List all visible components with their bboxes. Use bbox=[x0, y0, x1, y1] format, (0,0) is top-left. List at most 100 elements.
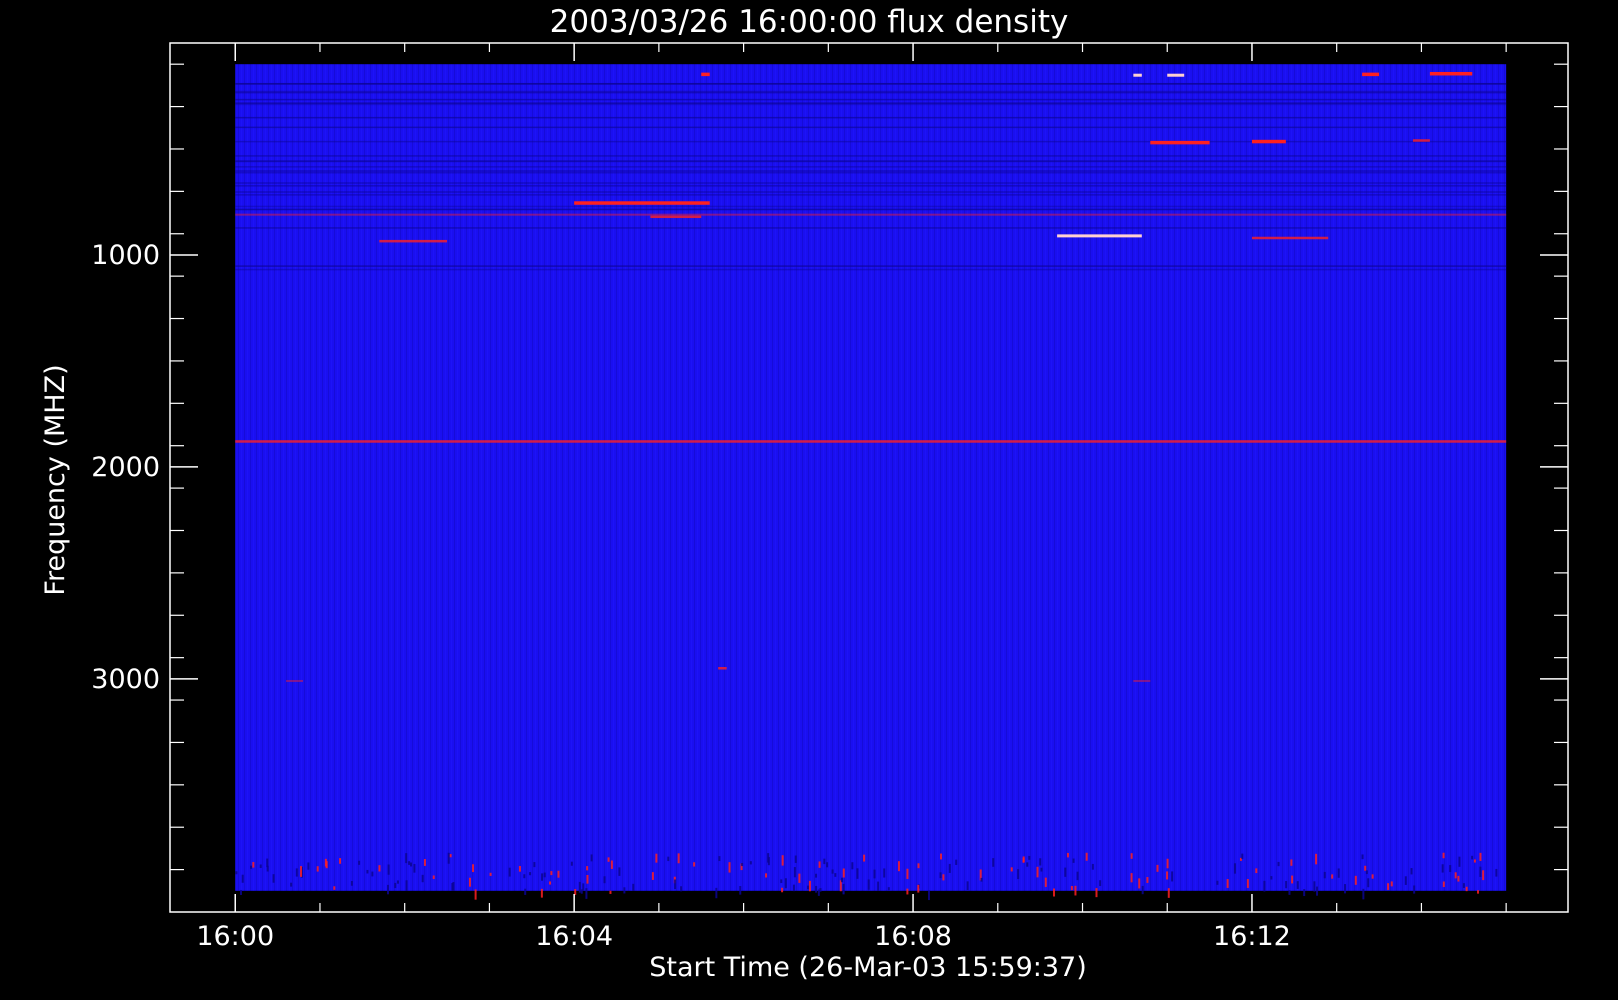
edge-noise bbox=[529, 872, 532, 876]
edge-noise bbox=[677, 853, 680, 864]
edge-noise bbox=[1410, 868, 1413, 875]
edge-noise bbox=[518, 866, 521, 872]
x-tick-label: 16:00 bbox=[196, 921, 274, 952]
rfi-stripe bbox=[235, 83, 1507, 85]
edge-noise bbox=[423, 859, 426, 866]
edge-noise bbox=[1291, 875, 1294, 884]
edge-noise bbox=[927, 890, 930, 901]
edge-noise bbox=[955, 859, 958, 865]
edge-noise bbox=[834, 873, 837, 877]
edge-noise bbox=[1479, 866, 1482, 877]
edge-noise bbox=[541, 873, 544, 881]
edge-noise bbox=[655, 853, 658, 863]
burst-feature bbox=[574, 201, 710, 205]
edge-noise bbox=[877, 881, 880, 891]
rfi-stripe bbox=[235, 116, 1507, 119]
edge-noise bbox=[1022, 858, 1025, 863]
edge-noise bbox=[1473, 859, 1476, 863]
edge-noise bbox=[1085, 852, 1088, 861]
edge-noise bbox=[1028, 855, 1031, 860]
edge-noise bbox=[610, 860, 613, 869]
edge-noise bbox=[523, 874, 526, 879]
edge-noise bbox=[826, 862, 829, 868]
rfi-stripe bbox=[235, 227, 1507, 229]
edge-noise bbox=[1365, 870, 1368, 875]
edge-noise bbox=[1404, 876, 1407, 885]
edge-noise bbox=[452, 882, 455, 891]
rfi-stripe bbox=[235, 171, 1507, 174]
edge-noise bbox=[1313, 881, 1316, 892]
edge-noise bbox=[1246, 879, 1249, 888]
chart-title: 2003/03/26 16:00:00 flux density bbox=[550, 4, 1069, 40]
burst-feature bbox=[1057, 234, 1142, 238]
edge-noise bbox=[316, 866, 319, 872]
edge-noise bbox=[794, 855, 797, 863]
edge-noise bbox=[823, 858, 826, 865]
edge-noise bbox=[851, 862, 854, 870]
edge-noise bbox=[1371, 874, 1374, 879]
edge-noise bbox=[807, 885, 810, 890]
edge-noise bbox=[1296, 881, 1299, 889]
edge-noise bbox=[749, 861, 752, 865]
edge-noise bbox=[942, 874, 945, 881]
edge-noise bbox=[1064, 867, 1067, 877]
burst-feature bbox=[701, 72, 710, 77]
edge-noise bbox=[408, 861, 411, 865]
edge-noise bbox=[1316, 886, 1319, 896]
edge-noise bbox=[618, 867, 621, 876]
edge-noise bbox=[586, 866, 589, 871]
edge-noise bbox=[651, 872, 654, 880]
burst-feature bbox=[235, 213, 1507, 216]
x-tick-label: 16:12 bbox=[1213, 921, 1291, 952]
edge-noise bbox=[1331, 874, 1334, 879]
y-tick-label: 3000 bbox=[91, 664, 160, 695]
edge-noise bbox=[940, 853, 943, 860]
edge-noise bbox=[842, 868, 845, 878]
edge-noise bbox=[405, 853, 408, 864]
edge-noise bbox=[449, 854, 452, 858]
edge-noise bbox=[557, 870, 560, 878]
edge-noise bbox=[1166, 871, 1169, 880]
edge-noise bbox=[533, 862, 536, 868]
edge-noise bbox=[1216, 880, 1219, 885]
edge-noise bbox=[1263, 880, 1266, 892]
edge-noise bbox=[980, 877, 983, 882]
edge-noise bbox=[1044, 877, 1047, 887]
edge-noise bbox=[1285, 881, 1288, 889]
edge-noise bbox=[609, 890, 612, 894]
edge-noise bbox=[1233, 863, 1236, 874]
burst-feature bbox=[1362, 72, 1380, 77]
edge-noise bbox=[1465, 886, 1468, 892]
edge-noise bbox=[386, 884, 389, 895]
rfi-stripe bbox=[235, 191, 1507, 193]
rfi-stripe bbox=[235, 102, 1507, 104]
edge-noise bbox=[1477, 890, 1480, 894]
edge-noise bbox=[1364, 865, 1367, 871]
edge-noise bbox=[272, 874, 275, 883]
edge-noise bbox=[1076, 871, 1079, 881]
edge-noise bbox=[432, 875, 435, 879]
edge-noise bbox=[1462, 883, 1465, 888]
edge-noise bbox=[948, 863, 951, 873]
edge-noise bbox=[1226, 879, 1229, 888]
rfi-stripe bbox=[235, 182, 1507, 184]
edge-noise bbox=[524, 888, 527, 895]
edge-noise bbox=[1017, 869, 1020, 880]
edge-noise bbox=[366, 869, 369, 874]
edge-noise bbox=[623, 887, 626, 894]
edge-noise bbox=[917, 863, 920, 869]
burst-feature bbox=[1412, 139, 1430, 142]
y-tick-label: 2000 bbox=[91, 452, 160, 483]
edge-noise bbox=[339, 858, 342, 864]
edge-noise bbox=[1454, 872, 1457, 879]
edge-noise bbox=[266, 865, 269, 872]
edge-noise bbox=[1070, 885, 1073, 891]
edge-noise bbox=[250, 865, 253, 869]
edge-noise bbox=[1290, 859, 1293, 866]
rfi-stripe bbox=[235, 268, 1507, 271]
rfi-stripe bbox=[235, 166, 1507, 168]
edge-noise bbox=[241, 874, 244, 883]
burst-feature bbox=[235, 440, 1507, 443]
edge-noise bbox=[741, 862, 744, 867]
burst-feature bbox=[1150, 140, 1210, 145]
